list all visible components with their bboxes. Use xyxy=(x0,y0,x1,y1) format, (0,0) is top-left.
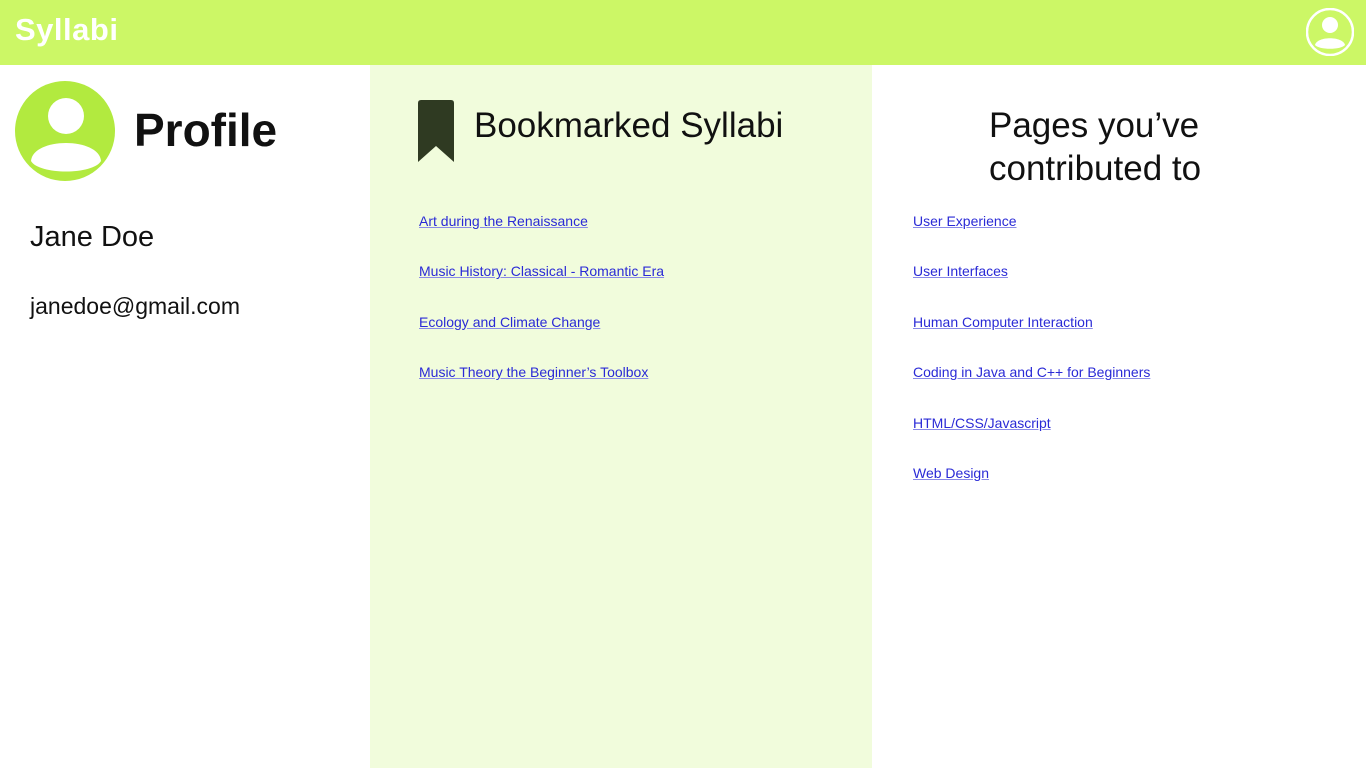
contributed-page-link[interactable]: Human Computer Interaction xyxy=(913,314,1093,330)
bookmarked-list: Art during the Renaissance Music History… xyxy=(419,213,664,415)
contributed-page-link[interactable]: HTML/CSS/Javascript xyxy=(913,415,1051,431)
bookmarked-syllabus-link[interactable]: Ecology and Climate Change xyxy=(419,314,600,330)
user-circle-icon xyxy=(15,81,115,181)
contributed-list: User Experience User Interfaces Human Co… xyxy=(913,213,1150,515)
profile-heading: Profile xyxy=(134,104,278,156)
contributed-page-link[interactable]: Coding in Java and C++ for Beginners xyxy=(913,364,1150,380)
list-item: Coding in Java and C++ for Beginners xyxy=(913,364,1150,414)
bookmarked-panel: Bookmarked Syllabi Art during the Renais… xyxy=(370,65,872,768)
list-item: Human Computer Interaction xyxy=(913,314,1150,364)
user-email: janedoe@gmail.com xyxy=(30,293,241,319)
list-item: Art during the Renaissance xyxy=(419,213,664,263)
list-item: Music Theory the Beginner’s Toolbox xyxy=(419,364,664,414)
profile-panel: Profile Jane Doe janedoe@gmail.com xyxy=(0,65,370,768)
bookmarked-syllabus-link[interactable]: Music Theory the Beginner’s Toolbox xyxy=(419,364,648,380)
contributed-page-link[interactable]: User Interfaces xyxy=(913,263,1008,279)
contributed-panel: Pages you’ve contributed to User Experie… xyxy=(872,65,1366,768)
top-bar: Syllabi xyxy=(0,0,1366,65)
user-circle-icon[interactable] xyxy=(1306,8,1354,56)
brand-logo[interactable]: Syllabi xyxy=(15,12,118,48)
list-item: User Experience xyxy=(913,213,1150,263)
list-item: Music History: Classical - Romantic Era xyxy=(419,263,664,313)
contributed-heading: Pages you’ve contributed to xyxy=(989,106,1202,188)
contributed-page-link[interactable]: User Experience xyxy=(913,213,1017,229)
bookmarked-heading: Bookmarked Syllabi xyxy=(474,106,784,145)
list-item: Ecology and Climate Change xyxy=(419,314,664,364)
list-item: User Interfaces xyxy=(913,263,1150,313)
list-item: Web Design xyxy=(913,465,1150,515)
bookmarked-syllabus-link[interactable]: Art during the Renaissance xyxy=(419,213,588,229)
bookmark-icon xyxy=(418,100,454,162)
user-name: Jane Doe xyxy=(30,221,155,253)
contributed-page-link[interactable]: Web Design xyxy=(913,465,989,481)
bookmarked-syllabus-link[interactable]: Music History: Classical - Romantic Era xyxy=(419,263,664,279)
list-item: HTML/CSS/Javascript xyxy=(913,415,1150,465)
